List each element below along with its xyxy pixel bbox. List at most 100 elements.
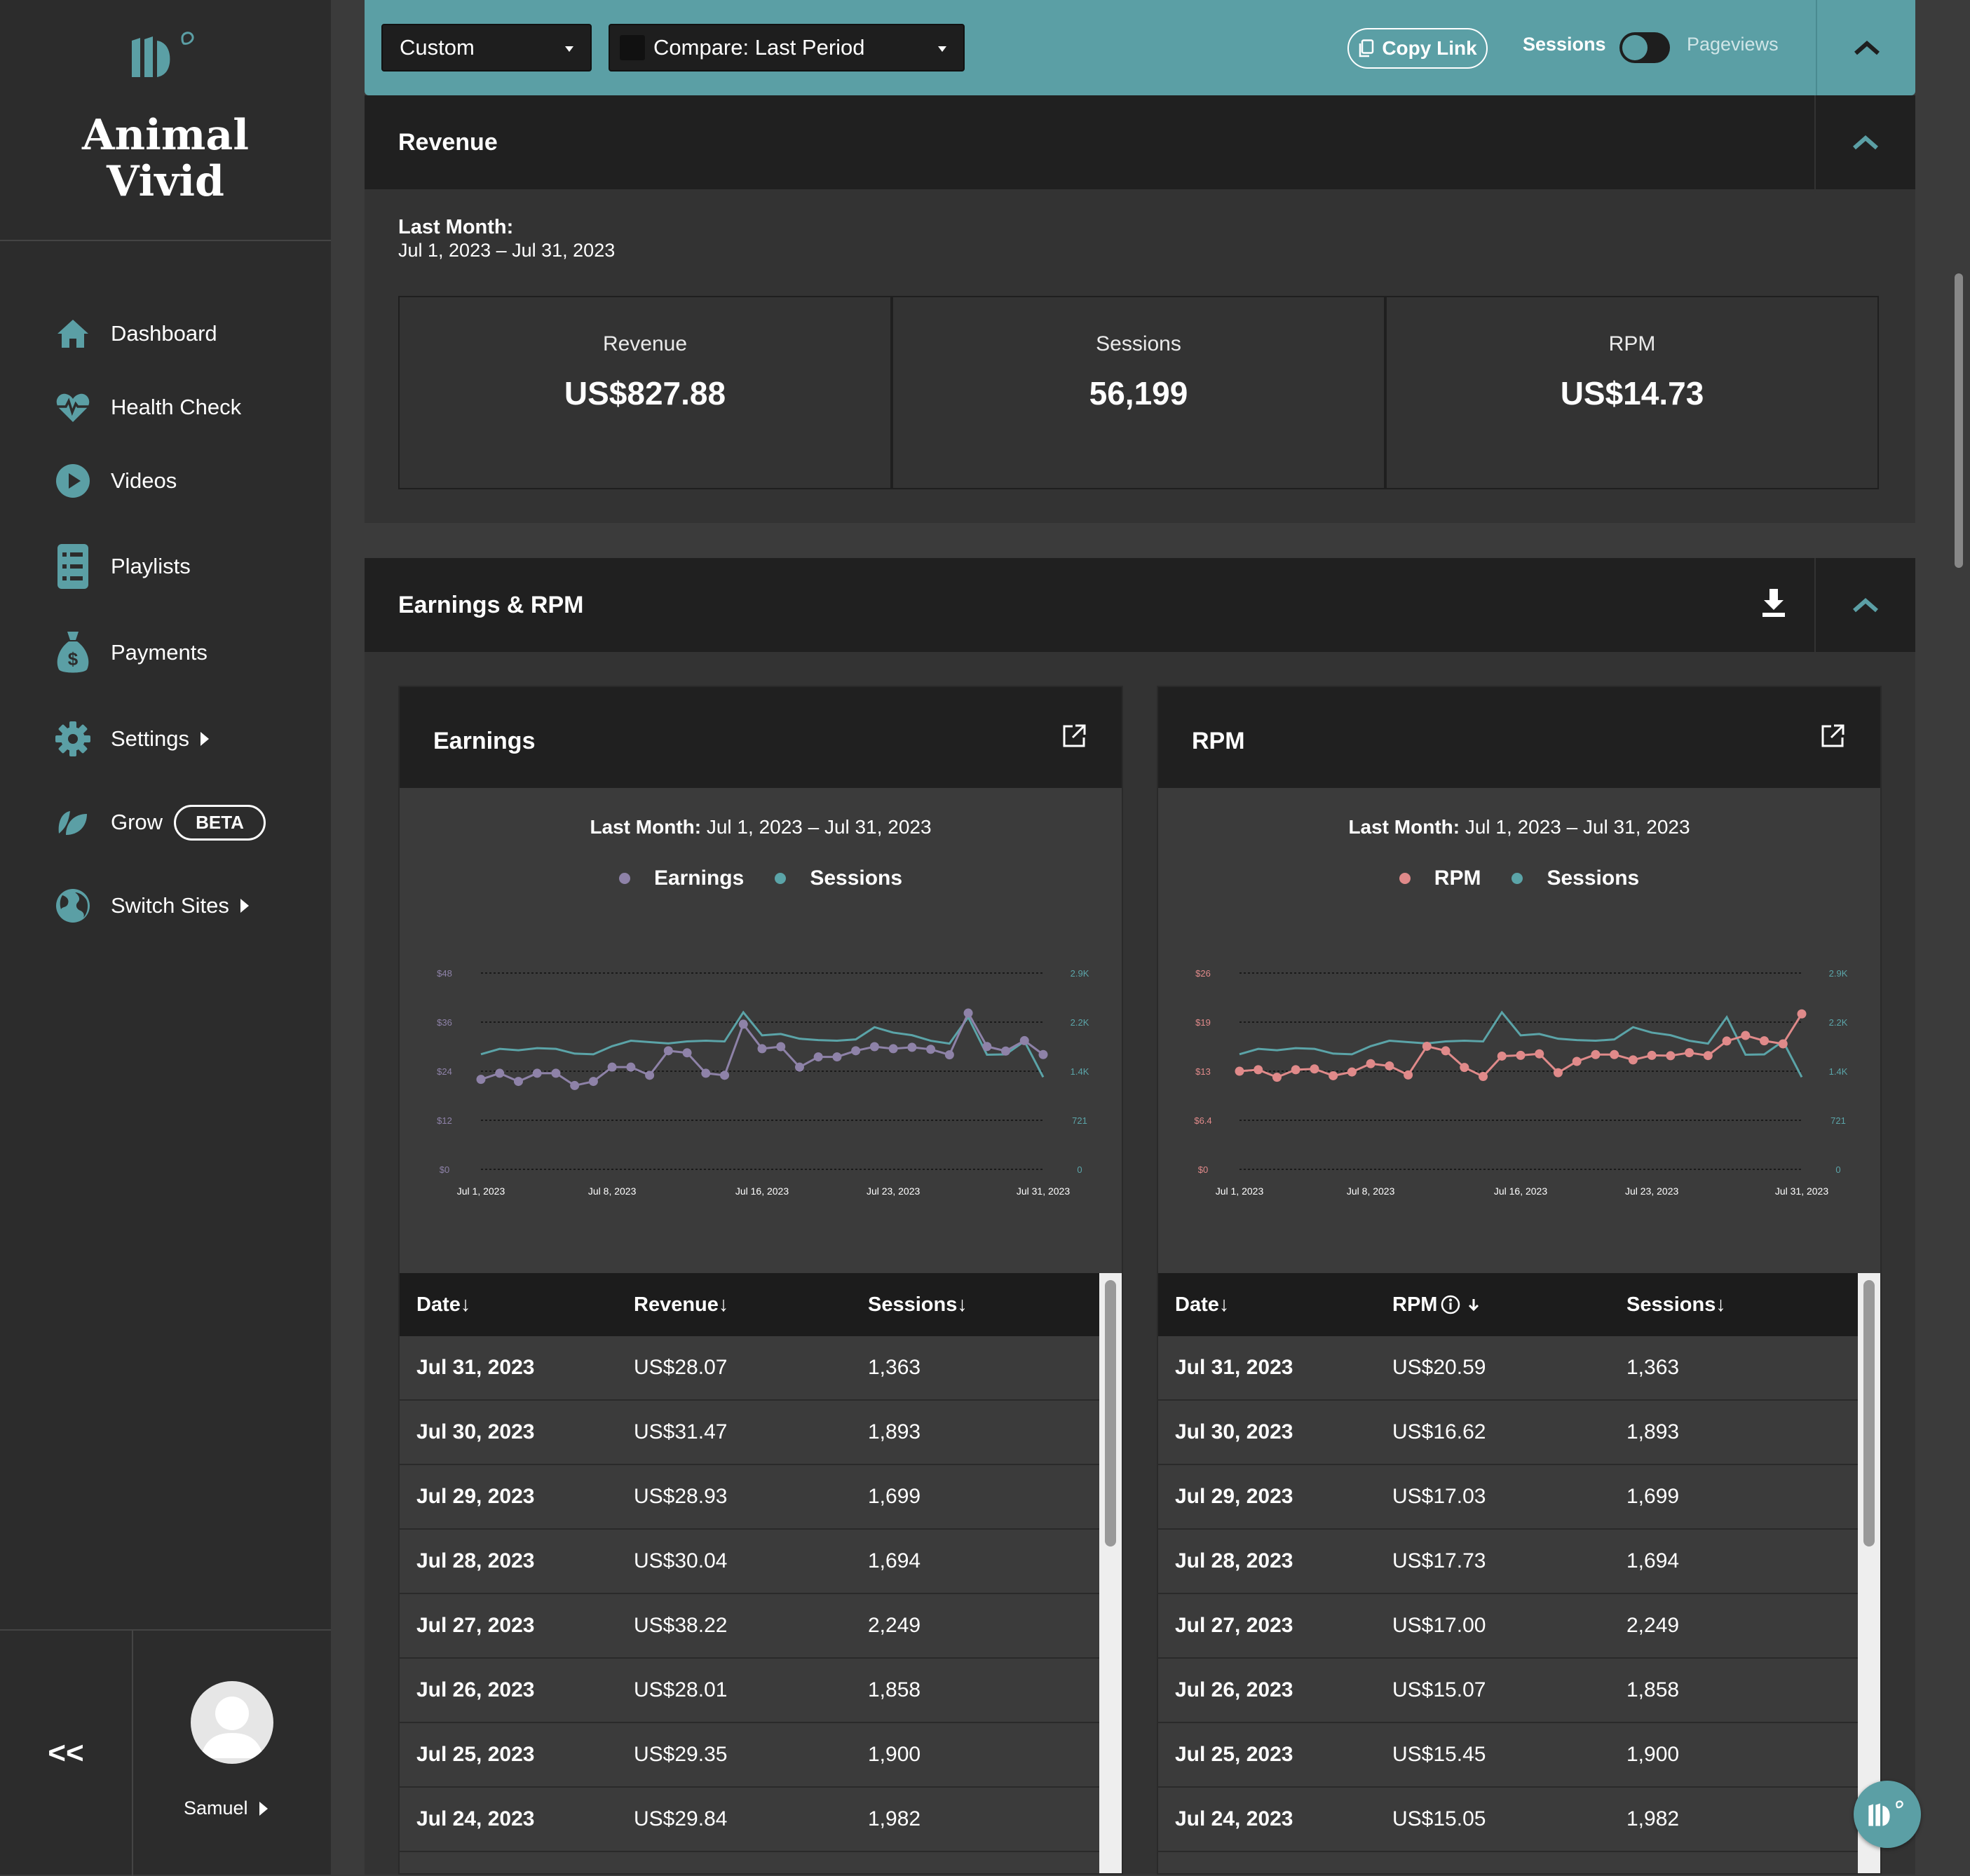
legend-item-sessions[interactable]: Sessions [1512, 866, 1639, 890]
earnings-point [944, 1050, 954, 1060]
collapse-sidebar-button[interactable]: << [0, 1631, 133, 1876]
table-cell: Jul 30, 2023 [1175, 1420, 1293, 1443]
user-menu[interactable]: Samuel [184, 1797, 268, 1819]
table-cell: 1,694 [1626, 1549, 1680, 1572]
legend-item-earnings[interactable]: Earnings [618, 866, 745, 890]
table-cell: 1,900 [1626, 1743, 1680, 1766]
rpm-point [1628, 1055, 1638, 1065]
scrollbar-thumb[interactable] [1955, 273, 1963, 568]
earnings-point [1019, 1035, 1029, 1045]
toggle-pageviews-label[interactable]: Pageviews [1687, 34, 1779, 55]
table-cell: US$15.45 [1392, 1743, 1486, 1766]
brand-name: Animal Vivid [81, 111, 250, 206]
column-header-date[interactable]: Date↓ [400, 1293, 634, 1317]
sidebar-item-videos[interactable]: Videos [53, 460, 177, 502]
date-range-select[interactable]: Custom [381, 24, 592, 72]
sidebar-item-switch-sites[interactable]: Switch Sites [53, 885, 249, 927]
sidebar-item-label: Videos [111, 468, 177, 493]
date-range-value: Custom [400, 35, 475, 60]
collapse-revenue-button[interactable] [1814, 95, 1915, 189]
table-cell: US$31.47 [634, 1420, 728, 1443]
sidebar-item-health-check[interactable]: Health Check [53, 386, 241, 428]
legend-dot [618, 873, 630, 884]
external-link-icon[interactable] [1820, 723, 1845, 749]
stat-label: RPM [1608, 332, 1656, 355]
sidebar-item-settings[interactable]: Settings [53, 718, 210, 760]
column-header-rpm-label: RPM [1392, 1293, 1438, 1316]
rpm-table: Date↓ RPM Sessions↓ Jul 31, 2023 US$20.59… [1158, 1273, 1859, 1852]
avatar[interactable] [191, 1681, 273, 1764]
sort-down-icon [1469, 1299, 1479, 1312]
legend-item-sessions[interactable]: Sessions [775, 866, 902, 890]
rpm-point [1666, 1051, 1676, 1061]
table-header: Date↓ Revenue↓ Sessions↓ [400, 1273, 1101, 1336]
chart-legend: RPM Sessions [1158, 866, 1880, 890]
table-cell: Jul 24, 2023 [416, 1807, 535, 1830]
earnings-card: Earnings Last Month: Jul 1, 2023 – Jul 3… [398, 686, 1123, 1875]
column-header-sessions[interactable]: Sessions↓ [868, 1293, 1101, 1317]
table-cell: 2,249 [868, 1614, 921, 1637]
help-chat-button[interactable] [1854, 1781, 1921, 1848]
download-button[interactable] [1760, 587, 1788, 622]
sidebar-item-playlists[interactable]: Playlists [53, 544, 191, 589]
sidebar-item-label: Settings [111, 726, 190, 751]
rpm-point [1441, 1046, 1451, 1056]
stat-value: US$827.88 [564, 375, 726, 412]
external-link-icon[interactable] [1061, 723, 1087, 749]
sessions-pageviews-toggle[interactable] [1619, 32, 1670, 63]
sidebar-item-payments[interactable]: $ Payments [53, 632, 208, 674]
earnings-point [832, 1052, 842, 1062]
brand-logo[interactable]: Animal Vivid [0, 0, 331, 241]
earnings-point [869, 1042, 879, 1052]
legend-item-rpm[interactable]: RPM [1399, 866, 1481, 890]
rpm-point [1291, 1065, 1300, 1075]
table-row: Jul 24, 2023 US$15.05 1,982 [1158, 1788, 1859, 1852]
earnings-table: Date↓ Revenue↓ Sessions↓ Jul 31, 2023 US$… [400, 1273, 1101, 1852]
y-left-tick-label: $24 [437, 1066, 452, 1077]
y-right-tick-label: 721 [1072, 1115, 1087, 1126]
y-left-tick-label: $26 [1195, 968, 1211, 979]
earnings-point [532, 1068, 542, 1078]
column-header-rpm[interactable]: RPM [1392, 1293, 1626, 1317]
table-row: Jul 28, 2023 US$17.73 1,694 [1158, 1530, 1859, 1594]
table-scrollbar[interactable] [1099, 1273, 1122, 1873]
table-cell: US$15.05 [1392, 1807, 1486, 1830]
sidebar-item-grow[interactable]: Grow BETA [53, 801, 266, 843]
stat-label: Revenue [602, 332, 688, 355]
table-row: Jul 29, 2023 US$28.93 1,699 [400, 1465, 1101, 1530]
earnings-point [513, 1077, 523, 1087]
compare-value: Compare: Last Period [653, 35, 865, 60]
info-icon[interactable] [1440, 1294, 1461, 1315]
copy-link-button[interactable]: Copy Link [1347, 28, 1488, 69]
sidebar-item-dashboard[interactable]: Dashboard [53, 313, 217, 355]
table-body: Jul 31, 2023 US$28.07 1,363 Jul 30, 2023 US$… [400, 1336, 1101, 1852]
table-cell: 1,982 [868, 1807, 921, 1830]
rpm-point [1310, 1064, 1319, 1074]
table-row: Jul 28, 2023 US$30.04 1,694 [400, 1530, 1101, 1594]
collapse-earnings-rpm-button[interactable] [1814, 558, 1915, 652]
rpm-point [1685, 1048, 1694, 1058]
gear-icon [53, 719, 93, 759]
scrollbar-thumb[interactable] [1105, 1280, 1116, 1547]
table-cell: Jul 31, 2023 [416, 1356, 535, 1379]
earnings-rpm-section-body: Earnings Last Month: Jul 1, 2023 – Jul 3… [365, 652, 1915, 1875]
x-tick-label: Jul 8, 2023 [588, 1185, 637, 1197]
earnings-point [738, 1019, 748, 1029]
earnings-card-header: Earnings [400, 687, 1122, 788]
column-header-sessions[interactable]: Sessions↓ [1626, 1293, 1859, 1317]
rpm-point [1703, 1051, 1713, 1061]
sidebar-item-label: Playlists [111, 554, 191, 578]
stat-label: Sessions [1096, 332, 1181, 355]
scrollbar-thumb[interactable] [1863, 1280, 1875, 1547]
copy-icon [1359, 39, 1374, 57]
legend-label: Earnings [653, 866, 745, 890]
page-scrollbar[interactable] [1949, 0, 1970, 1875]
collapse-toolbar-button[interactable] [1816, 0, 1917, 95]
rpm-point [1329, 1070, 1338, 1080]
compare-select[interactable]: Compare: Last Period [609, 24, 965, 72]
toggle-sessions-label[interactable]: Sessions [1523, 34, 1606, 55]
table-cell: Jul 31, 2023 [1175, 1356, 1293, 1379]
column-header-date[interactable]: Date↓ [1158, 1293, 1392, 1317]
column-header-revenue[interactable]: Revenue↓ [634, 1293, 868, 1317]
home-icon [53, 314, 93, 353]
